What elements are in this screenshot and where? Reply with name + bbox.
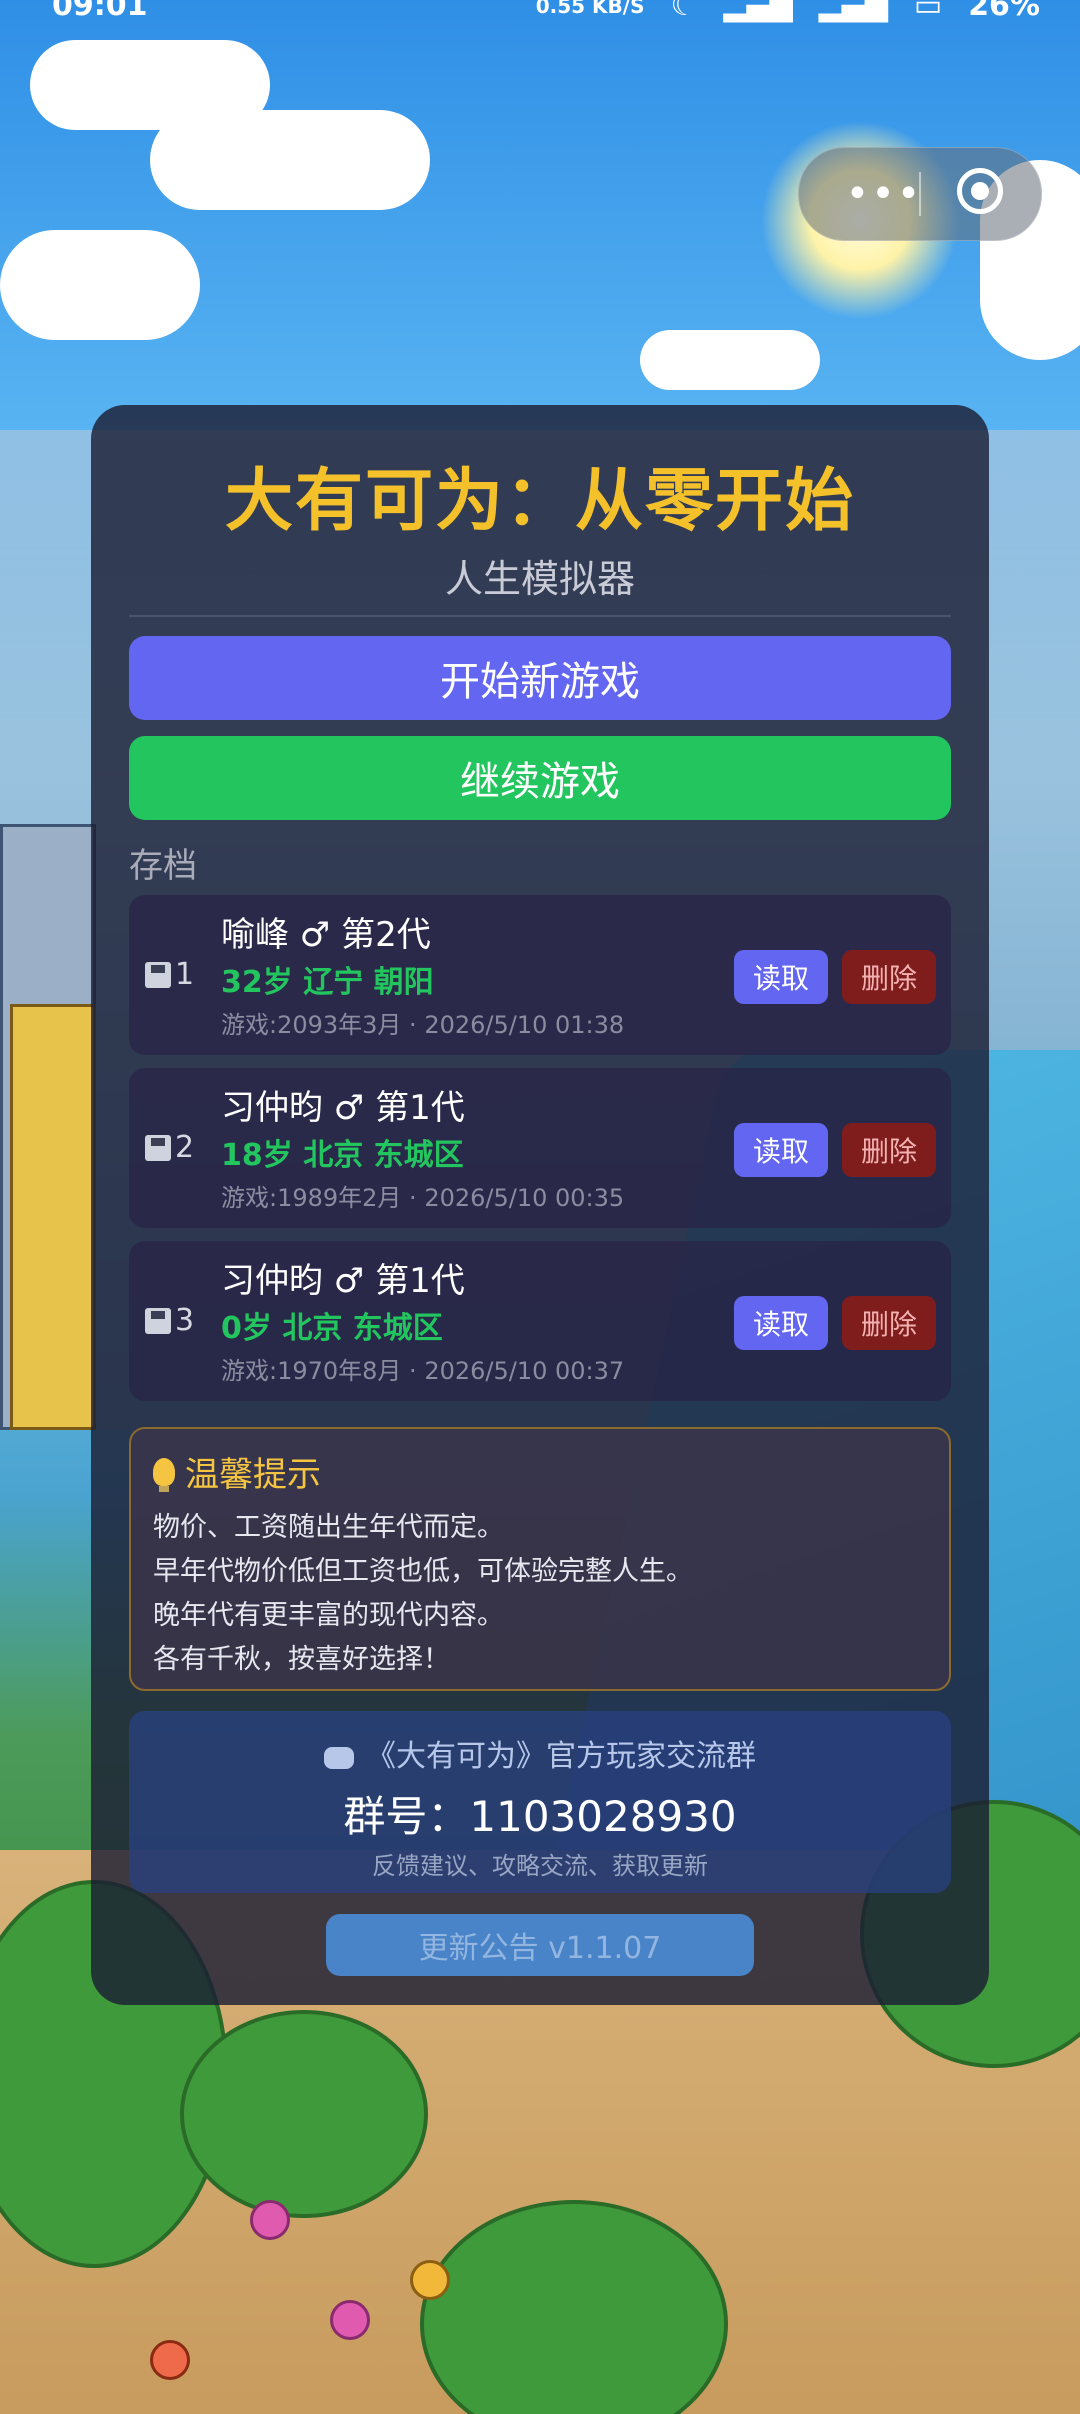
save-slot-index: 3 — [175, 1303, 195, 1338]
update-notice-button[interactable]: 更新公告 v1.1.07 — [326, 1914, 754, 1976]
tips-line: 晚年代有更丰富的现代内容。 — [153, 1600, 504, 1631]
tips-header: 温馨提示 — [153, 1447, 321, 1496]
group-title: 《大有可为》官方玩家交流群 — [366, 1739, 756, 1774]
save-character-name: 喻峰 ♂ 第2代 — [221, 915, 431, 955]
tips-line: 早年代物价低但工资也低，可体验完整人生。 — [153, 1556, 693, 1587]
save-meta: 游戏:1989年2月 · 2026/5/10 00:35 — [221, 1184, 625, 1212]
save-slot-number: 3 — [145, 1303, 194, 1338]
floppy-disk-icon — [145, 1307, 171, 1334]
group-description: 反馈建议、攻略交流、获取更新 — [372, 1852, 708, 1880]
save-character-name: 习仲昀 ♂ 第1代 — [221, 1261, 465, 1301]
floppy-disk-icon — [145, 961, 171, 988]
save-slot-card: 2 习仲昀 ♂ 第1代 18岁 北京 东城区 游戏:1989年2月 · 2026… — [129, 1068, 951, 1228]
read-save-button[interactable]: 读取 — [734, 950, 828, 1004]
signal-icon: ▂▄▆ — [818, 0, 888, 23]
save-slot-card: 3 习仲昀 ♂ 第1代 0岁 北京 东城区 游戏:1970年8月 · 2026/… — [129, 1241, 951, 1401]
game-title: 大有可为：从零开始 — [224, 462, 855, 541]
save-character-info: 18岁 北京 东城区 — [221, 1138, 464, 1173]
save-slot-index: 1 — [175, 957, 195, 992]
save-slot-index: 2 — [175, 1130, 195, 1165]
battery-level: 26% — [968, 0, 1040, 23]
signal-icon: ▂▄▆ — [723, 0, 793, 23]
group-number: 群号：1103028930 — [343, 1792, 737, 1841]
delete-save-button[interactable]: 删除 — [842, 950, 936, 1004]
saves-section-label: 存档 — [129, 846, 197, 886]
chat-bubble-icon — [324, 1746, 354, 1769]
save-character-name: 习仲昀 ♂ 第1代 — [221, 1088, 465, 1128]
title-divider — [129, 615, 951, 617]
cloud-illustration — [150, 110, 430, 210]
save-slot-number: 2 — [145, 1130, 194, 1165]
new-game-button[interactable]: 开始新游戏 — [129, 636, 951, 720]
tree-illustration — [180, 2010, 428, 2218]
delete-save-button[interactable]: 删除 — [842, 1123, 936, 1177]
player-group-card[interactable]: 《大有可为》官方玩家交流群 群号：1103028930 反馈建议、攻略交流、获取… — [129, 1711, 951, 1893]
continue-game-button[interactable]: 继续游戏 — [129, 736, 951, 820]
moon-icon: ☾ — [670, 0, 698, 23]
target-icon[interactable] — [957, 168, 1003, 214]
save-character-info: 0岁 北京 东城区 — [221, 1311, 443, 1346]
cloud-illustration — [0, 230, 200, 340]
status-time: 09:01 — [52, 0, 148, 23]
tips-line: 各有千秋，按喜好选择！ — [153, 1644, 450, 1675]
flower-illustration — [150, 2340, 190, 2380]
delete-save-button[interactable]: 删除 — [842, 1296, 936, 1350]
status-bar: 09:01 0.55 KB/S ☾ ▂▄▆ ▂▄▆ ▭ 26% — [0, 0, 1080, 30]
save-slot-number: 1 — [145, 957, 194, 992]
flower-illustration — [250, 2200, 290, 2240]
capsule-divider — [919, 172, 921, 216]
save-character-info: 32岁 辽宁 朝阳 — [221, 965, 434, 1000]
status-right: 0.55 KB/S ☾ ▂▄▆ ▂▄▆ ▭ 26% — [536, 0, 1040, 23]
save-meta: 游戏:2093年3月 · 2026/5/10 01:38 — [221, 1011, 625, 1039]
flower-illustration — [410, 2260, 450, 2300]
save-slot-card: 1 喻峰 ♂ 第2代 32岁 辽宁 朝阳 游戏:2093年3月 · 2026/5… — [129, 895, 951, 1055]
battery-icon: ▭ — [913, 0, 943, 23]
light-bulb-icon — [153, 1457, 175, 1492]
cloud-illustration — [640, 330, 820, 390]
game-subtitle: 人生模拟器 — [444, 557, 635, 601]
tips-box: 温馨提示 物价、工资随出生年代而定。 早年代物价低但工资也低，可体验完整人生。 … — [129, 1427, 951, 1691]
flower-illustration — [330, 2300, 370, 2340]
mini-program-capsule: ••• — [798, 147, 1042, 241]
tips-line: 物价、工资随出生年代而定。 — [153, 1512, 504, 1543]
network-speed: 0.55 KB/S — [535, 0, 645, 18]
group-header: 《大有可为》官方玩家交流群 — [129, 1731, 951, 1775]
main-panel: 大有可为：从零开始 人生模拟器 开始新游戏 继续游戏 存档 1 喻峰 ♂ 第2代… — [91, 405, 989, 2005]
tips-title: 温馨提示 — [185, 1455, 321, 1495]
save-meta: 游戏:1970年8月 · 2026/5/10 00:37 — [221, 1357, 625, 1385]
read-save-button[interactable]: 读取 — [734, 1296, 828, 1350]
read-save-button[interactable]: 读取 — [734, 1123, 828, 1177]
floppy-disk-icon — [145, 1134, 171, 1161]
more-dots-icon[interactable]: ••• — [829, 148, 939, 240]
